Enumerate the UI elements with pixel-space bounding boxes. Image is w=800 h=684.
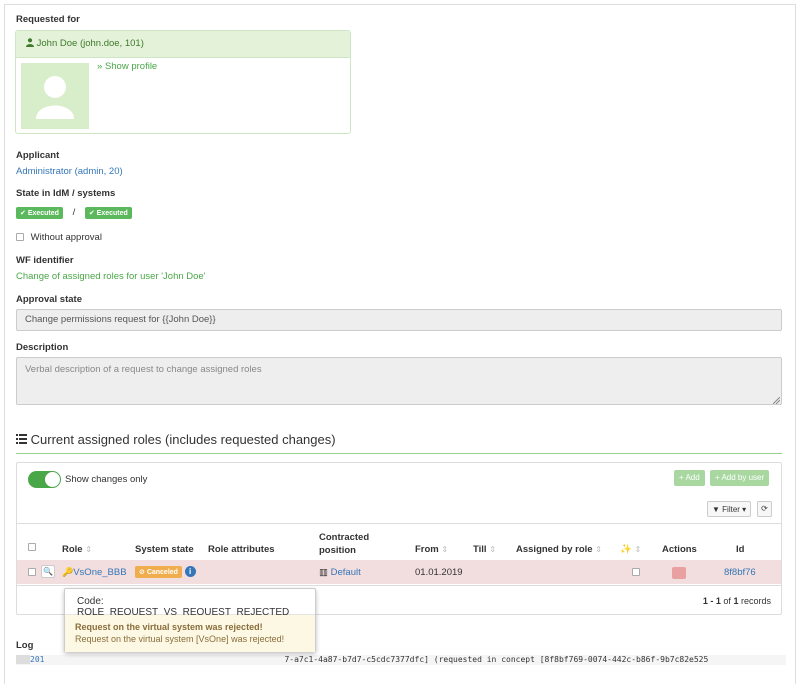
- approval-state-label: Approval state: [16, 294, 82, 305]
- tooltip-body: Request on the virtual system was reject…: [65, 615, 315, 652]
- state-label: State in IdM / systems: [16, 188, 116, 199]
- wf-identifier-label: WF identifier: [16, 255, 74, 266]
- show-changes-toggle[interactable]: [28, 471, 61, 488]
- avatar: [21, 63, 89, 129]
- requested-for-user: John Doe (john.doe, 101): [16, 31, 350, 58]
- pagination-info: 1 - 1 of 1 records: [702, 596, 771, 606]
- col-id: Id: [736, 544, 745, 555]
- requested-for-panel: John Doe (john.doe, 101) » Show profile: [15, 30, 351, 134]
- table-row: [17, 560, 781, 584]
- state-separator: /: [72, 207, 76, 218]
- row-checkbox[interactable]: [28, 568, 36, 576]
- row-role[interactable]: 🔑VsOne_BBB: [62, 567, 127, 578]
- description-label: Description: [16, 342, 69, 353]
- row-automatic-checkbox: [632, 568, 640, 576]
- refresh-button[interactable]: ⟳: [757, 501, 772, 517]
- approval-state-field: Change permissions request for {{John Do…: [16, 309, 782, 331]
- col-automatic-role[interactable]: ✨ ⇕: [620, 544, 641, 555]
- filter-icon: ▼: [712, 505, 720, 514]
- search-icon: 🔍: [43, 567, 53, 576]
- row-contracted-position[interactable]: ▥ Default: [319, 567, 361, 578]
- system-state-badge: ✔ Executed: [84, 207, 132, 219]
- canceled-badge: ⊘ Canceled: [135, 566, 182, 578]
- sort-icon: ⇕: [489, 545, 496, 554]
- section-divider: [16, 453, 782, 454]
- info-icon[interactable]: i: [184, 566, 196, 577]
- col-system-state: System state: [135, 544, 194, 555]
- show-profile-link[interactable]: » Show profile: [97, 61, 157, 72]
- show-changes-label: Show changes only: [65, 474, 148, 485]
- without-approval-label: Without approval: [30, 232, 102, 243]
- add-button[interactable]: + Add: [674, 470, 705, 486]
- double-chevron-right-icon: »: [97, 61, 103, 72]
- state-badges: ✔ Executed / ✔ Executed: [16, 207, 132, 219]
- sort-icon: ⇕: [441, 545, 449, 554]
- select-all-checkbox[interactable]: [28, 543, 36, 551]
- col-actions: Actions: [662, 544, 697, 555]
- log-content: 201 7-a7c1-4a87-b7d7-c5cdc7377dfc] (reque…: [16, 655, 786, 665]
- roles-section-title: Current assigned roles (includes request…: [16, 432, 336, 447]
- col-role[interactable]: Role ⇕: [62, 544, 92, 555]
- show-profile-label: Show profile: [104, 61, 158, 72]
- col-assigned-by-role[interactable]: Assigned by role ⇕: [516, 544, 602, 555]
- row-detail-button[interactable]: 🔍: [41, 565, 55, 578]
- log-label: Log: [16, 640, 34, 651]
- without-approval-checkbox[interactable]: [16, 233, 24, 242]
- requested-for-user-text: John Doe (john.doe, 101): [36, 38, 144, 49]
- col-from[interactable]: From ⇕: [415, 544, 448, 555]
- error-tooltip: Code: ROLE_REQUEST_VS_REQUEST_REJECTED R…: [64, 588, 316, 652]
- roles-section-title-text: Current assigned roles (includes request…: [30, 432, 336, 447]
- tooltip-title: Request on the virtual system was reject…: [75, 622, 263, 632]
- tooltip-code: Code: ROLE_REQUEST_VS_REQUEST_REJECTED: [65, 589, 315, 618]
- delete-button[interactable]: [672, 567, 686, 579]
- row-system-state: ⊘ Canceled i: [135, 566, 196, 578]
- col-contracted-position: Contracted position: [319, 532, 370, 556]
- refresh-icon: ⟳: [761, 504, 768, 513]
- requested-for-label: Requested for: [16, 14, 80, 25]
- sort-icon: ⇕: [85, 545, 92, 554]
- magic-wand-icon: ✨: [620, 544, 632, 555]
- sort-icon: ⇕: [595, 545, 602, 554]
- user-icon: [26, 38, 34, 50]
- row-from: 01.01.2019: [415, 567, 463, 578]
- filter-button[interactable]: ▼ Filter ▾: [707, 501, 752, 517]
- tooltip-message: Request on the virtual system [VsOne] wa…: [75, 634, 285, 644]
- idm-state-badge: ✔ Executed: [16, 207, 63, 219]
- description-textarea[interactable]: Verbal description of a request to chang…: [16, 357, 782, 405]
- col-till[interactable]: Till ⇕: [473, 544, 496, 555]
- row-id[interactable]: 8f8bf76: [724, 567, 756, 578]
- sort-icon: ⇕: [634, 545, 642, 554]
- list-icon: [16, 432, 27, 447]
- avatar-placeholder-icon: [36, 76, 74, 119]
- resize-handle-icon[interactable]: [772, 396, 781, 405]
- building-icon: ▥: [319, 567, 328, 578]
- key-icon: 🔑: [62, 567, 74, 577]
- applicant-label: Applicant: [16, 150, 60, 161]
- wf-identifier-link[interactable]: Change of assigned roles for user 'John …: [16, 271, 206, 282]
- add-by-user-button[interactable]: + Add by user: [710, 470, 770, 486]
- applicant-link[interactable]: Administrator (admin, 20): [16, 166, 123, 177]
- without-approval: Without approval: [16, 232, 102, 243]
- col-role-attributes: Role attributes: [208, 544, 275, 555]
